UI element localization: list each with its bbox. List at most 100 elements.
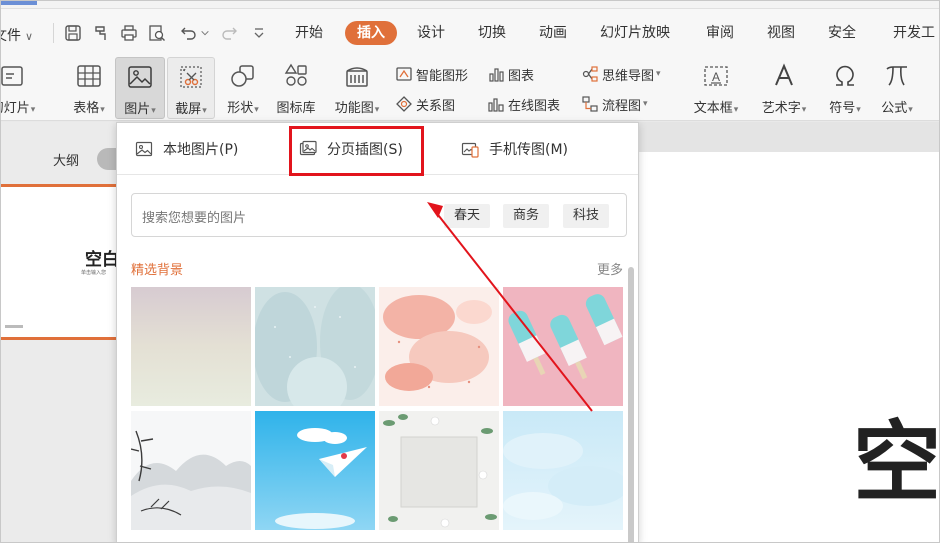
svg-text:A: A	[712, 70, 720, 84]
relation-chart-button[interactable]: 关系图	[395, 93, 455, 115]
scrollbar-thumb[interactable]	[628, 267, 634, 542]
online-chart-button[interactable]: 在线图表	[487, 93, 560, 115]
textbox-label: 文本框	[693, 101, 733, 116]
textbox-button[interactable]: A 文本框▾	[687, 57, 745, 119]
chart-button[interactable]: 图表	[487, 63, 534, 85]
save-icon[interactable]	[61, 21, 85, 45]
picture-icon	[124, 62, 156, 92]
online-chart-icon	[488, 98, 504, 112]
flowchart-icon	[582, 96, 598, 112]
table-label: 表格	[73, 101, 100, 116]
table-button[interactable]: 表格▾	[67, 57, 111, 119]
local-picture-label: 本地图片(P)	[163, 142, 239, 158]
tab-insert[interactable]: 插入	[345, 21, 397, 45]
title-strip	[1, 1, 939, 9]
format-painter-icon[interactable]	[89, 21, 113, 45]
wordart-icon	[768, 61, 800, 91]
undo-dropdown-icon[interactable]	[199, 21, 211, 45]
background-thumbnail[interactable]	[255, 287, 375, 406]
tab-transitions[interactable]: 切换	[478, 21, 506, 45]
formula-button[interactable]: 公式▾	[875, 57, 919, 119]
thumbnail-subtitle: 单击输入您	[81, 270, 107, 276]
picture-button[interactable]: 图片▾	[115, 57, 165, 119]
keyword-chip[interactable]: 春天	[444, 204, 491, 228]
keyword-chip[interactable]: 科技	[563, 204, 610, 228]
tab-home[interactable]: 开始	[295, 21, 323, 45]
picture-search-box[interactable]: 搜索您想要的图片 春天 商务 科技	[131, 193, 627, 237]
scissors-icon	[175, 62, 207, 92]
picture-dropdown: 本地图片(P) 分页插图(S) 手机传图(M) 搜索您想要的图片 春天 商务 科…	[116, 122, 639, 542]
gallery-scrollbar[interactable]	[628, 263, 634, 542]
tab-slideshow[interactable]: 幻灯片放映	[600, 21, 670, 45]
slide-thumbnail[interactable]: 空白 单击输入您	[1, 184, 121, 340]
mindmap-button[interactable]: 思维导图 ▾	[581, 63, 661, 85]
app-window: 文件 ∨ 开始 插入 设计 切换 动画 幻灯片放映	[0, 0, 940, 543]
slide-title-text[interactable]: 空	[853, 419, 939, 507]
smart-graphic-icon	[396, 67, 412, 81]
tab-design[interactable]: 设计	[417, 21, 445, 45]
smart-graphic-button[interactable]: 智能图形	[395, 63, 468, 85]
table-icon	[73, 61, 105, 91]
search-placeholder: 搜索您想要的图片	[142, 211, 247, 226]
file-menu-label: 文件	[1, 28, 21, 44]
wordart-button[interactable]: 艺术字▾	[755, 57, 813, 119]
symbol-button[interactable]: 符号▾	[823, 57, 867, 119]
tab-accent	[1, 1, 37, 5]
section-title: 精选背景	[131, 263, 184, 278]
phone-upload-label: 手机传图(M)	[489, 142, 569, 158]
more-link[interactable]: 更多	[597, 259, 623, 278]
print-icon[interactable]	[117, 21, 141, 45]
divider	[53, 23, 54, 43]
wordart-label: 艺术字	[761, 101, 801, 116]
local-picture-option[interactable]: 本地图片(P)	[135, 137, 238, 161]
online-chart-label: 在线图表	[508, 98, 561, 114]
menu-bar: 文件 ∨ 开始 插入 设计 切换 动画 幻灯片放映	[1, 9, 939, 57]
outline-tab[interactable]: 大纲	[53, 150, 79, 169]
relation-chart-icon	[396, 96, 412, 112]
function-chart-button[interactable]: 功能图▾	[327, 57, 387, 119]
new-slide-icon	[1, 61, 29, 91]
ribbon: 幻灯片▾ 表格▾ 图片▾ 截屏▾ 形状▾ 图标库 功能图▾ 智能图形	[1, 57, 939, 121]
background-thumbnail[interactable]	[131, 287, 251, 406]
file-menu[interactable]: 文件 ∨	[1, 25, 34, 45]
thumbnail-footer	[5, 325, 23, 328]
new-slide-label: 幻灯片	[1, 101, 30, 116]
mindmap-label: 思维导图	[602, 68, 655, 84]
tab-review[interactable]: 审阅	[706, 21, 734, 45]
screenshot-button[interactable]: 截屏▾	[167, 57, 215, 119]
redo-icon[interactable]	[217, 21, 241, 45]
keyword-chip[interactable]: 商务	[503, 204, 550, 228]
icon-library-icon	[280, 61, 312, 91]
background-thumbnail[interactable]	[503, 411, 623, 530]
flowchart-button[interactable]: 流程图 ▾	[581, 93, 648, 115]
phone-upload-option[interactable]: 手机传图(M)	[461, 137, 568, 161]
background-thumbnail[interactable]	[131, 411, 251, 530]
symbol-label: 符号	[829, 101, 856, 116]
new-slide-button[interactable]: 幻灯片▾	[1, 57, 39, 119]
chart-label: 图表	[508, 68, 535, 84]
icon-library-button[interactable]: 图标库	[271, 57, 321, 119]
smart-graphic-label: 智能图形	[416, 68, 469, 84]
chevron-down-icon: ∨	[25, 30, 34, 43]
tab-developer[interactable]: 开发工	[893, 21, 935, 45]
highlight-annotation-box	[289, 126, 424, 176]
phone-image-icon	[461, 142, 479, 158]
function-chart-icon	[341, 61, 373, 91]
thumbnail-title: 空白	[85, 250, 119, 270]
tab-view[interactable]: 视图	[767, 21, 795, 45]
picture-label: 图片	[124, 102, 151, 117]
shape-button[interactable]: 形状▾	[221, 57, 265, 119]
background-thumbnail[interactable]	[379, 287, 499, 406]
customize-toolbar-icon[interactable]	[247, 21, 271, 45]
tab-security[interactable]: 安全	[828, 21, 856, 45]
mindmap-icon	[582, 66, 598, 82]
background-thumbnail[interactable]	[379, 411, 499, 530]
tab-animations[interactable]: 动画	[539, 21, 567, 45]
flowchart-label: 流程图	[602, 98, 642, 114]
omega-icon	[829, 61, 861, 91]
chart-icon	[489, 68, 504, 82]
background-thumbnail[interactable]	[503, 287, 623, 406]
background-thumbnail[interactable]	[255, 411, 375, 530]
undo-icon[interactable]	[177, 21, 201, 45]
print-preview-icon[interactable]	[145, 21, 169, 45]
